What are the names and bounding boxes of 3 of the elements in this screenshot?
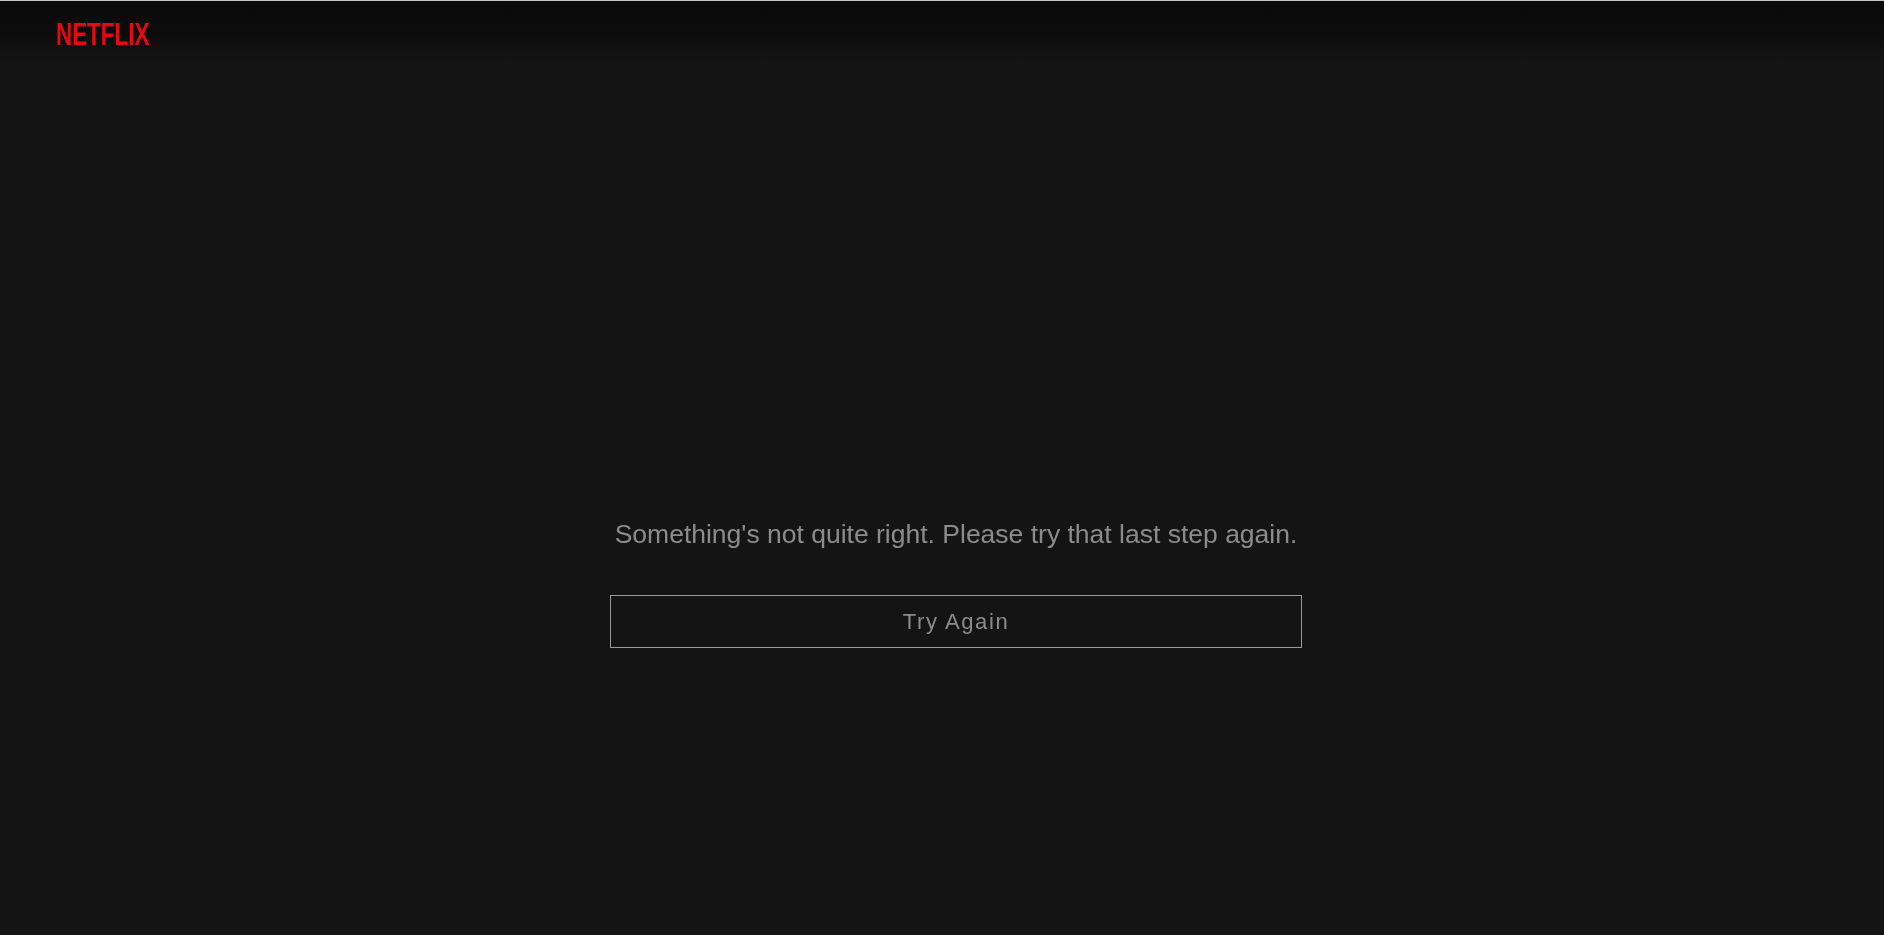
logo[interactable]: NETFLIX — [56, 18, 150, 50]
error-message: Something's not quite right. Please try that last step again. — [613, 518, 1299, 550]
try-again-button[interactable]: Try Again — [610, 595, 1302, 648]
